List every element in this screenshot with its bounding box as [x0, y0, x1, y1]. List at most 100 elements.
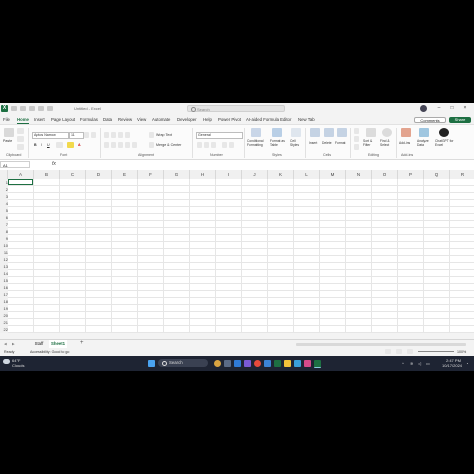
- decrease-decimal-icon[interactable]: [229, 142, 234, 148]
- photos-icon[interactable]: [294, 360, 301, 367]
- column-header-c[interactable]: C: [60, 170, 86, 179]
- row-header-8[interactable]: 8: [0, 228, 8, 235]
- number-format-select[interactable]: General: [196, 132, 243, 139]
- tab-power-pivot[interactable]: Power Pivot: [218, 116, 241, 123]
- row-header-12[interactable]: 12: [0, 256, 8, 263]
- app-icon[interactable]: [304, 360, 311, 367]
- row-header-10[interactable]: 10: [0, 242, 8, 249]
- font-name-select[interactable]: Aptos Narrow: [32, 132, 69, 139]
- row-header-16[interactable]: 16: [0, 284, 8, 291]
- decrease-font-icon[interactable]: [91, 132, 96, 138]
- add-ins-label[interactable]: Add-ins: [399, 141, 410, 145]
- clock-date[interactable]: 10/17/2024: [442, 363, 462, 368]
- normal-view-icon[interactable]: [385, 349, 391, 354]
- tab-help[interactable]: Help: [203, 116, 212, 123]
- row-header-14[interactable]: 14: [0, 270, 8, 277]
- autosum-icon[interactable]: [354, 128, 359, 134]
- wifi-icon[interactable]: ≋: [410, 361, 413, 366]
- avatar[interactable]: [420, 105, 427, 112]
- analyze-data-label[interactable]: Analyze Data: [417, 139, 431, 147]
- status-accessibility[interactable]: Accessibility: Good to go: [30, 350, 69, 354]
- name-box[interactable]: A1: [0, 161, 30, 168]
- add-sheet-icon[interactable]: +: [80, 340, 84, 346]
- task-view-icon[interactable]: [224, 360, 231, 367]
- tab-formulas[interactable]: Formulas: [80, 116, 98, 123]
- wrap-text-label[interactable]: Wrap Text: [156, 133, 172, 137]
- maximize-icon[interactable]: □: [448, 105, 456, 112]
- notification-icon[interactable]: ◔: [466, 361, 468, 366]
- worksheet-grid[interactable]: 1 2 3 4 5 6 7 8 9 10 11 12 13 14 15 16 17 18 19 20 21 22: [0, 179, 474, 333]
- chrome-icon[interactable]: [254, 360, 261, 367]
- comments-button[interactable]: Comments: [414, 117, 446, 123]
- row-header-5[interactable]: 5: [0, 207, 8, 214]
- tab-automate[interactable]: Automate: [152, 116, 170, 123]
- comma-style-icon[interactable]: [211, 142, 216, 148]
- start-icon[interactable]: [148, 360, 155, 367]
- row-header-18[interactable]: 18: [0, 298, 8, 305]
- horizontal-scrollbar[interactable]: [296, 343, 466, 346]
- chatgpt-icon[interactable]: [439, 128, 449, 137]
- volume-icon[interactable]: ◁: [418, 361, 421, 366]
- tab-insert[interactable]: Insert: [34, 116, 45, 123]
- increase-decimal-icon[interactable]: [222, 142, 227, 148]
- select-all-corner[interactable]: [0, 170, 8, 179]
- borders-icon[interactable]: [56, 142, 63, 148]
- row-header-9[interactable]: 9: [0, 235, 8, 242]
- tab-view[interactable]: View: [137, 116, 146, 123]
- row-header-2[interactable]: 2: [0, 186, 8, 193]
- tab-data[interactable]: Data: [103, 116, 112, 123]
- column-header-i[interactable]: I: [216, 170, 242, 179]
- cell-styles-label[interactable]: Cell Styles: [290, 139, 302, 147]
- column-header-r[interactable]: R: [450, 170, 474, 179]
- copy-icon[interactable]: [17, 136, 24, 142]
- customize-toolbar-icon[interactable]: [47, 106, 53, 111]
- autosave-toggle-icon[interactable]: [11, 106, 17, 111]
- sort-filter-icon[interactable]: [366, 128, 376, 137]
- close-icon[interactable]: ×: [461, 105, 469, 112]
- row-header-1[interactable]: 1: [0, 179, 8, 186]
- analyze-data-icon[interactable]: [419, 128, 429, 137]
- add-ins-icon[interactable]: [401, 128, 411, 137]
- merge-center-icon[interactable]: [149, 142, 154, 148]
- next-sheet-icon[interactable]: ▶: [12, 342, 15, 346]
- excel-active-icon[interactable]: [314, 360, 321, 368]
- italic-icon[interactable]: I: [41, 143, 42, 147]
- row-header-4[interactable]: 4: [0, 200, 8, 207]
- prev-sheet-icon[interactable]: ◀: [4, 342, 7, 346]
- teams-icon[interactable]: [244, 360, 251, 367]
- column-header-h[interactable]: H: [190, 170, 216, 179]
- sheet-tab-staff[interactable]: Staff: [30, 340, 48, 348]
- column-header-a[interactable]: A: [8, 170, 34, 179]
- column-header-o[interactable]: O: [372, 170, 398, 179]
- paste-icon[interactable]: [4, 128, 14, 137]
- tab-review[interactable]: Review: [118, 116, 132, 123]
- chatgpt-label[interactable]: ChatGPT for Excel: [435, 139, 455, 147]
- page-break-view-icon[interactable]: [407, 349, 413, 354]
- zoom-slider[interactable]: [418, 351, 454, 352]
- format-as-table-icon[interactable]: [272, 128, 282, 137]
- undo-icon[interactable]: [29, 106, 35, 111]
- weather-desc[interactable]: Clouds: [12, 363, 24, 368]
- insert-cells-label[interactable]: Insert: [309, 141, 317, 145]
- row-header-6[interactable]: 6: [0, 214, 8, 221]
- column-header-f[interactable]: F: [138, 170, 164, 179]
- excel-taskbar-icon[interactable]: [274, 360, 281, 367]
- row-header-17[interactable]: 17: [0, 291, 8, 298]
- zoom-level[interactable]: 100%: [457, 350, 466, 354]
- row-header-11[interactable]: 11: [0, 249, 8, 256]
- share-button[interactable]: Share: [449, 117, 471, 123]
- sort-filter-label[interactable]: Sort & Filter: [363, 139, 377, 147]
- row-header-19[interactable]: 19: [0, 305, 8, 312]
- row-header-13[interactable]: 13: [0, 263, 8, 270]
- copilot-icon[interactable]: [214, 360, 221, 367]
- edge-icon[interactable]: [234, 360, 241, 367]
- cut-icon[interactable]: [17, 128, 24, 134]
- taskbar-search[interactable]: Search: [158, 359, 208, 367]
- orientation-icon[interactable]: [125, 132, 130, 138]
- column-header-k[interactable]: K: [268, 170, 294, 179]
- decrease-indent-icon[interactable]: [125, 142, 130, 148]
- tab-ai-formula-editor[interactable]: AI-aided Formula Editor: [246, 116, 291, 123]
- tab-file[interactable]: File: [3, 116, 10, 123]
- cell-styles-icon[interactable]: [291, 128, 301, 137]
- wrap-text-icon[interactable]: [149, 132, 154, 138]
